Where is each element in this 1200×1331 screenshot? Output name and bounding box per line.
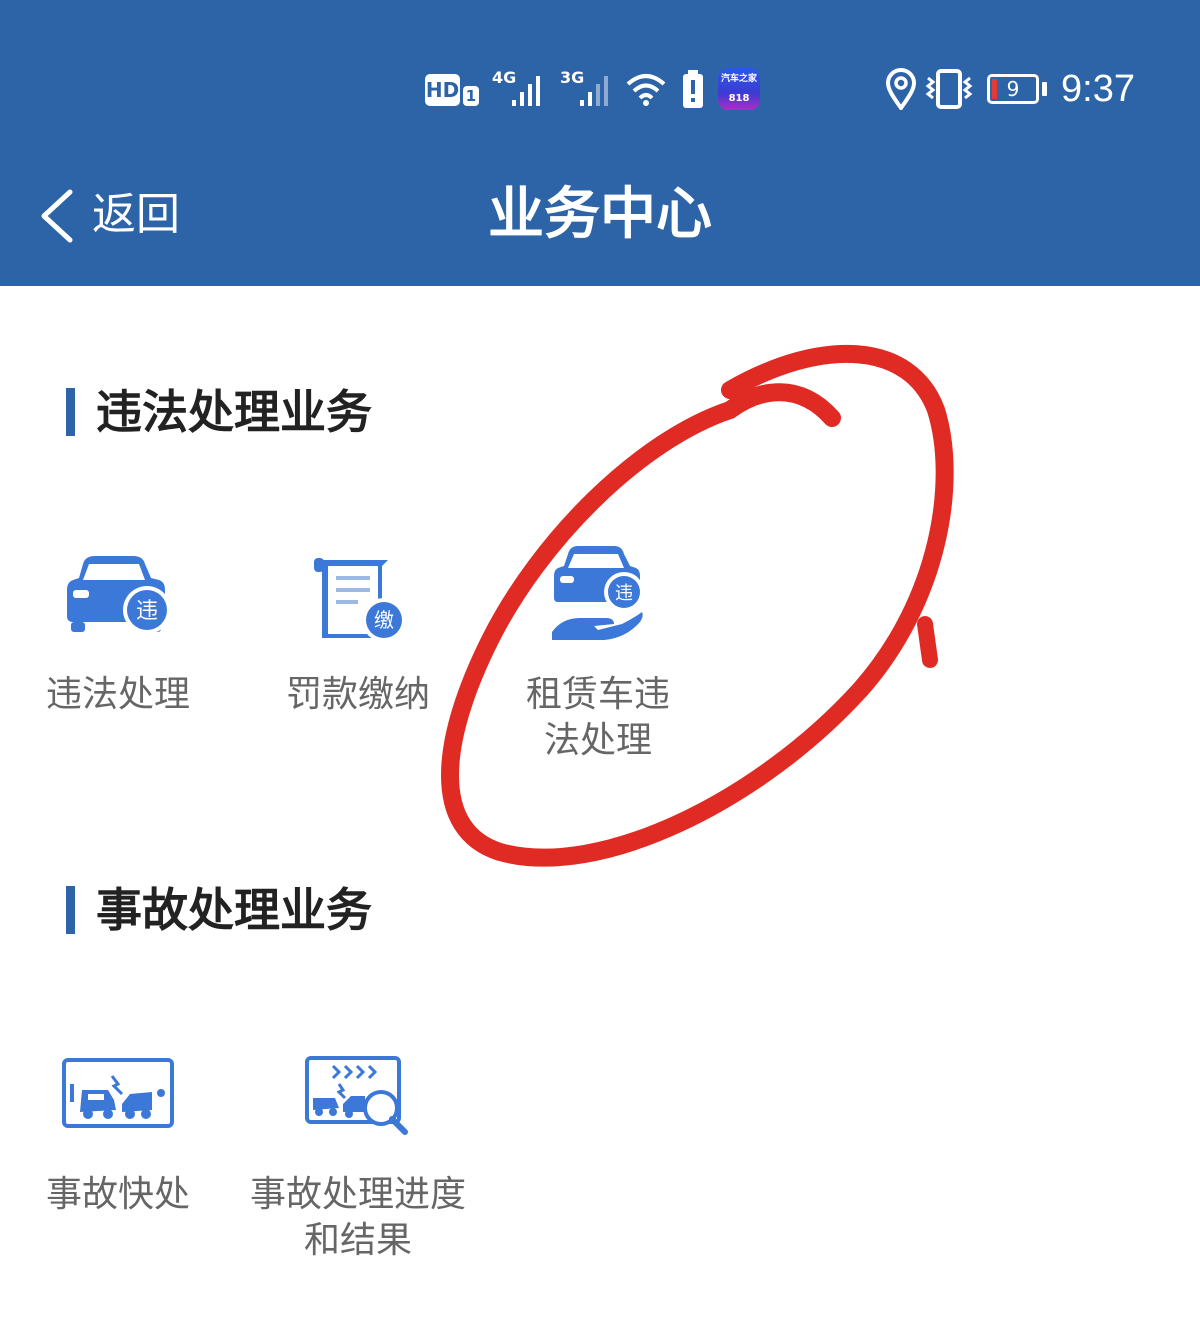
badge-text: 违	[136, 599, 158, 624]
badge-text: 缴	[374, 608, 394, 632]
service-violation-handling[interactable]: 违 违法处理	[18, 550, 218, 780]
service-label: 事故处理进度和结果	[249, 1174, 466, 1261]
app-notification-icon: 汽车之家 818	[718, 68, 760, 110]
section-accent-bar	[66, 886, 75, 934]
signal-strength-icon-2	[580, 76, 608, 106]
service-fine-payment[interactable]: 缴 罚款缴纳	[258, 550, 458, 780]
battery-icon: 9	[987, 74, 1039, 104]
fine-document-icon: 缴	[314, 558, 406, 642]
section-title: 事故处理业务	[96, 883, 372, 937]
service-rental-car-violation[interactable]: 违 租赁车违法处理	[498, 540, 698, 770]
hd-voice-icon: HD	[425, 74, 460, 106]
back-button[interactable]: 返回	[36, 180, 206, 250]
header: HD 1 4G 3G 汽车之家 818 9 9:37 返回 业务中心	[0, 0, 1200, 286]
location-icon	[885, 68, 917, 110]
section-accent-bar	[66, 388, 75, 436]
service-label: 违法处理	[45, 674, 190, 715]
wifi-icon	[626, 74, 666, 106]
service-accident-progress[interactable]: 事故处理进度和结果	[250, 1054, 466, 1284]
battery-alert-icon	[683, 70, 703, 108]
accident-phone-icon	[62, 1058, 174, 1128]
car-violation-icon: 违	[67, 556, 171, 634]
battery-level: 9	[1006, 77, 1020, 101]
service-accident-quick[interactable]: 事故快处	[18, 1054, 218, 1284]
status-bar: HD 1 4G 3G 汽车之家 818 9 9:37	[0, 50, 1200, 130]
chevron-left-icon	[41, 189, 73, 243]
hd-sim-indicator: 1	[463, 86, 479, 106]
service-label: 罚款缴纳	[285, 674, 430, 715]
clock: 9:37	[1061, 68, 1135, 110]
battery-cap	[1042, 82, 1047, 96]
service-label: 事故快处	[45, 1174, 190, 1215]
section-title: 违法处理业务	[96, 385, 372, 439]
badge-text: 违	[615, 583, 633, 604]
vibrate-icon	[925, 69, 973, 109]
service-label: 租赁车违法处理	[525, 674, 670, 761]
signal-strength-icon	[512, 76, 540, 106]
page-title: 业务中心	[488, 182, 712, 247]
rental-car-violation-icon: 违	[552, 546, 644, 640]
accident-search-icon	[305, 1056, 408, 1135]
back-label: 返回	[92, 189, 180, 240]
